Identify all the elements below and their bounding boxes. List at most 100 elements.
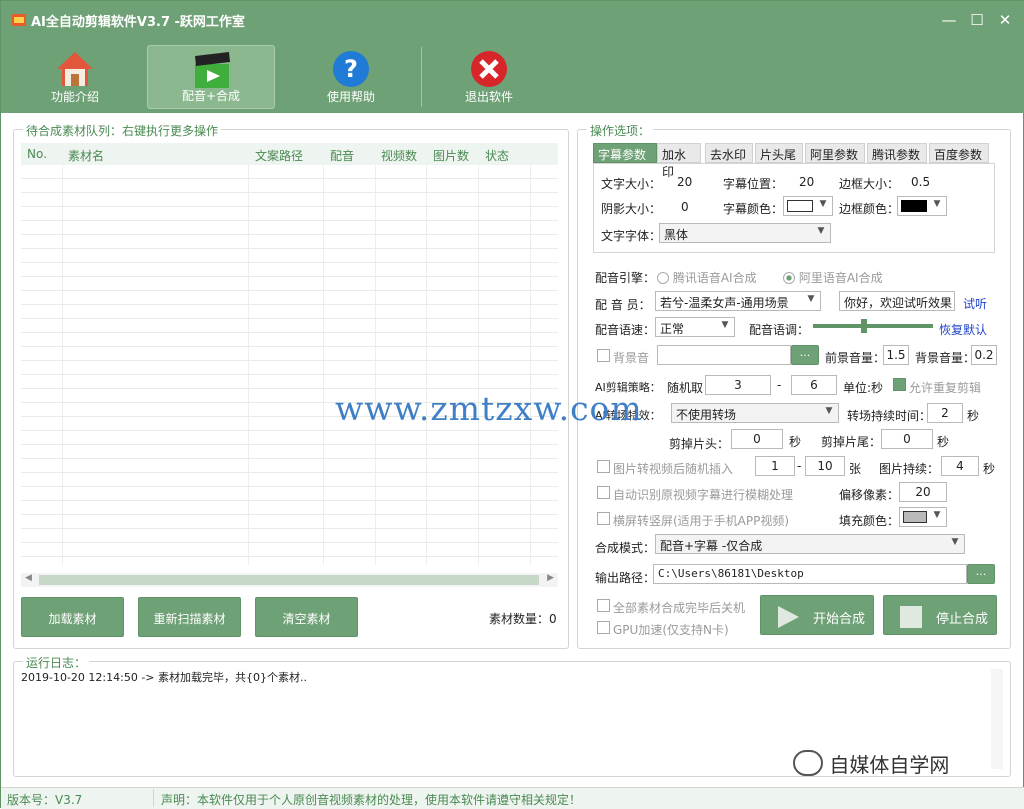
table-row[interactable] <box>21 235 558 249</box>
minimize-icon[interactable]: — <box>939 11 959 29</box>
col-image-count[interactable]: 图片数 <box>433 147 469 164</box>
img-min-input[interactable]: 1 <box>755 456 795 476</box>
table-row[interactable] <box>21 347 558 361</box>
table-row[interactable] <box>21 515 558 529</box>
scroll-left-icon[interactable]: ◀ <box>25 573 32 583</box>
col-video-count[interactable]: 视频数 <box>381 147 417 164</box>
border-size-value[interactable]: 0.5 <box>911 175 930 189</box>
tab-tencent-params[interactable]: 腾讯参数 <box>867 143 927 163</box>
log-scrollbar[interactable] <box>991 669 1003 769</box>
col-no[interactable]: No. <box>27 147 47 161</box>
sub-pos-value[interactable]: 20 <box>799 175 814 189</box>
table-row[interactable] <box>21 431 558 445</box>
img-max-input[interactable]: 10 <box>805 456 845 476</box>
toolbar-help-button[interactable]: ? 使用帮助 <box>287 45 415 109</box>
img-insert-checkbox[interactable] <box>597 460 610 473</box>
toolbar-exit-button[interactable]: 退出软件 <box>425 45 553 109</box>
table-row[interactable] <box>21 543 558 557</box>
border-color-picker[interactable]: ▼ <box>897 196 947 216</box>
table-row[interactable] <box>21 487 558 501</box>
table-row[interactable] <box>21 165 558 179</box>
shutdown-checkbox[interactable] <box>597 599 610 612</box>
reset-default-link[interactable]: 恢复默认 <box>939 321 987 338</box>
table-row[interactable] <box>21 305 558 319</box>
col-name[interactable]: 素材名 <box>68 147 104 164</box>
cut-head-input[interactable]: 0 <box>731 429 783 449</box>
rescan-material-button[interactable]: 重新扫描素材 <box>138 597 241 637</box>
table-hscroll[interactable]: ◀ ▶ <box>21 573 558 587</box>
rand-max-input[interactable]: 6 <box>791 375 837 395</box>
close-icon[interactable]: ✕ <box>995 11 1015 29</box>
material-table[interactable]: No. 素材名 文案路径 配音 视频数 图片数 状态 <box>21 143 558 573</box>
img-dur-input[interactable]: 4 <box>941 456 979 476</box>
font-select[interactable]: 黑体 ▼ <box>659 223 831 243</box>
mode-select[interactable]: 配音+字幕 -仅合成 ▼ <box>655 534 965 554</box>
start-compose-button[interactable]: 开始合成 <box>760 595 874 635</box>
allow-repeat-checkbox[interactable] <box>893 378 906 391</box>
scroll-right-icon[interactable]: ▶ <box>547 573 554 583</box>
table-row[interactable] <box>21 221 558 235</box>
tab-subtitle[interactable]: 字幕参数 <box>593 143 657 163</box>
cut-tail-input[interactable]: 0 <box>881 429 933 449</box>
table-row[interactable] <box>21 207 558 221</box>
col-dub[interactable]: 配音 <box>330 147 354 164</box>
bgm-browse-button[interactable]: ... <box>791 345 819 365</box>
stop-compose-button[interactable]: 停止合成 <box>883 595 997 635</box>
tab-ali-params[interactable]: 阿里参数 <box>805 143 865 163</box>
col-script-path[interactable]: 文案路径 <box>255 147 303 164</box>
trans-dur-input[interactable]: 2 <box>927 403 963 423</box>
portrait-checkbox[interactable] <box>597 512 610 525</box>
toolbar-intro-button[interactable]: 功能介绍 <box>11 45 139 109</box>
table-row[interactable] <box>21 263 558 277</box>
table-row[interactable] <box>21 277 558 291</box>
maximize-icon[interactable]: ☐ <box>967 11 987 29</box>
blur-sub-checkbox[interactable] <box>597 486 610 499</box>
font-size-value[interactable]: 20 <box>677 175 692 189</box>
table-row[interactable] <box>21 179 558 193</box>
scroll-thumb[interactable] <box>39 575 539 585</box>
table-row[interactable] <box>21 249 558 263</box>
rand-min-input[interactable]: 3 <box>705 375 771 395</box>
table-row[interactable] <box>21 501 558 515</box>
bgm-path-input[interactable] <box>657 345 791 365</box>
engine-tencent-radio[interactable]: 腾讯语音AI合成 <box>657 269 757 286</box>
table-row[interactable] <box>21 333 558 347</box>
table-row[interactable] <box>21 319 558 333</box>
speed-select[interactable]: 正常 ▼ <box>655 317 735 337</box>
tab-remove-watermark[interactable]: 去水印 <box>705 143 753 163</box>
preview-text-input[interactable]: 你好，欢迎试听效果 <box>839 291 955 311</box>
col-status[interactable]: 状态 <box>485 147 509 164</box>
table-row[interactable] <box>21 445 558 459</box>
table-row[interactable] <box>21 375 558 389</box>
table-row[interactable] <box>21 473 558 487</box>
table-row[interactable] <box>21 361 558 375</box>
pitch-slider[interactable] <box>813 319 933 333</box>
slider-handle[interactable] <box>861 319 867 333</box>
voicer-select[interactable]: 若兮-温柔女声-通用场景 ▼ <box>655 291 821 311</box>
output-browse-button[interactable]: ... <box>967 564 995 584</box>
tab-add-watermark[interactable]: 加水印 <box>657 143 701 179</box>
table-row[interactable] <box>21 291 558 305</box>
sub-color-picker[interactable]: ▼ <box>783 196 833 216</box>
fill-color-picker[interactable]: ▼ <box>899 507 947 527</box>
load-material-button[interactable]: 加载素材 <box>21 597 124 637</box>
bg-vol-input[interactable]: 0.2 <box>971 345 997 365</box>
shadow-value[interactable]: 0 <box>681 200 689 214</box>
try-listen-link[interactable]: 试听 <box>963 295 987 312</box>
engine-ali-radio[interactable]: 阿里语音AI合成 <box>783 269 883 286</box>
tab-intro-outro[interactable]: 片头尾 <box>755 143 803 163</box>
tab-baidu-params[interactable]: 百度参数 <box>929 143 989 163</box>
toolbar-dub-button[interactable]: 配音+合成 <box>147 45 275 109</box>
stop-icon <box>900 606 922 628</box>
clear-material-button[interactable]: 清空素材 <box>255 597 358 637</box>
table-row[interactable] <box>21 529 558 543</box>
table-row[interactable] <box>21 459 558 473</box>
transition-select[interactable]: 不使用转场 ▼ <box>671 403 839 423</box>
gpu-checkbox[interactable] <box>597 621 610 634</box>
output-path-input[interactable]: C:\Users\86181\Desktop <box>653 564 967 584</box>
front-vol-input[interactable]: 1.5 <box>883 345 909 365</box>
table-row[interactable] <box>21 193 558 207</box>
cut-head-label: 剪掉片头： <box>669 437 730 451</box>
bgm-checkbox[interactable] <box>597 349 610 362</box>
offset-input[interactable]: 20 <box>899 482 947 502</box>
